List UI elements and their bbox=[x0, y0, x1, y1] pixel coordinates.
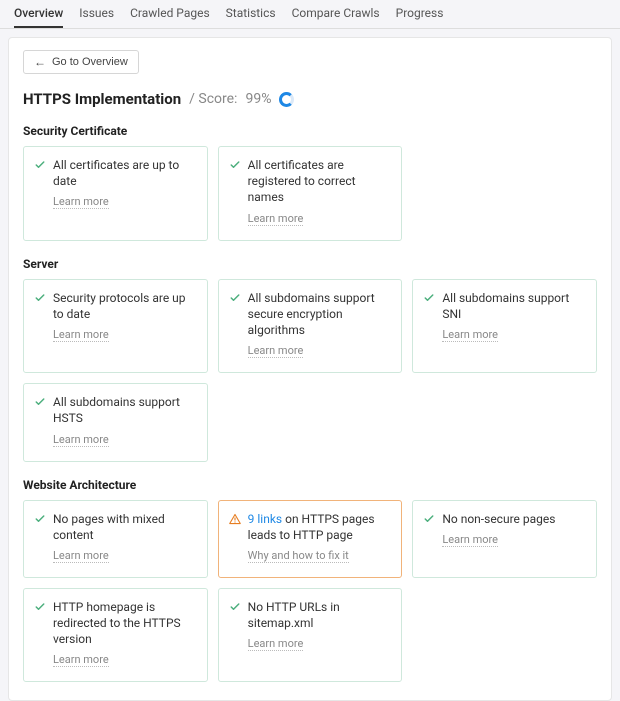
card-text: No non-secure pages bbox=[442, 511, 555, 527]
check-icon bbox=[229, 159, 241, 171]
section-heading-security-certificate: Security Certificate bbox=[23, 124, 597, 138]
card-text: No pages with mixed content bbox=[53, 511, 197, 543]
section-heading-server: Server bbox=[23, 257, 597, 271]
card-text: All certificates are up to date bbox=[53, 157, 197, 189]
check-icon bbox=[423, 292, 435, 304]
score-ring-icon bbox=[279, 92, 294, 107]
grid-server: Security protocols are up to date Learn m… bbox=[23, 279, 597, 462]
warning-icon bbox=[229, 513, 241, 525]
tab-crawled-pages[interactable]: Crawled Pages bbox=[130, 6, 210, 28]
learn-more-link[interactable]: Learn more bbox=[248, 344, 304, 358]
arrow-left-icon: ← bbox=[34, 56, 46, 68]
card-text: No HTTP URLs in sitemap.xml bbox=[248, 599, 392, 631]
tab-compare-crawls[interactable]: Compare Crawls bbox=[292, 6, 380, 28]
check-icon bbox=[229, 601, 241, 613]
tab-issues[interactable]: Issues bbox=[79, 6, 114, 28]
score-label: / Score: bbox=[189, 91, 237, 107]
card-text: 9 links on HTTPS pages leads to HTTP pag… bbox=[248, 511, 392, 543]
audit-card: No non-secure pages Learn more bbox=[412, 500, 597, 578]
learn-more-link[interactable]: Learn more bbox=[53, 328, 109, 342]
learn-more-link[interactable]: Why and how to fix it bbox=[248, 549, 349, 563]
audit-card: No pages with mixed content Learn more bbox=[23, 500, 208, 578]
section-heading-architecture: Website Architecture bbox=[23, 478, 597, 492]
card-text: All subdomains support HSTS bbox=[53, 394, 197, 426]
grid-architecture: No pages with mixed content Learn more 9 l… bbox=[23, 500, 597, 683]
check-icon bbox=[34, 292, 46, 304]
audit-card: All certificates are registered to corre… bbox=[218, 146, 403, 241]
check-icon bbox=[34, 396, 46, 408]
learn-more-link[interactable]: Learn more bbox=[442, 533, 498, 547]
learn-more-link[interactable]: Learn more bbox=[248, 637, 304, 651]
learn-more-link[interactable]: Learn more bbox=[53, 653, 109, 667]
score-value: 99% bbox=[245, 91, 271, 107]
tab-overview[interactable]: Overview bbox=[14, 6, 63, 28]
tab-statistics[interactable]: Statistics bbox=[226, 6, 276, 28]
back-button[interactable]: ← Go to Overview bbox=[23, 50, 139, 74]
check-icon bbox=[34, 601, 46, 613]
card-text: All subdomains support SNI bbox=[442, 290, 586, 322]
learn-more-link[interactable]: Learn more bbox=[53, 549, 109, 563]
audit-card: All subdomains support secure encryption… bbox=[218, 279, 403, 374]
check-icon bbox=[34, 159, 46, 171]
back-label: Go to Overview bbox=[52, 56, 128, 68]
page-title: HTTPS Implementation bbox=[23, 90, 181, 108]
grid-security-certificate: All certificates are up to date Learn mor… bbox=[23, 146, 597, 241]
main-panel: ← Go to Overview HTTPS Implementation / … bbox=[8, 37, 612, 701]
learn-more-link[interactable]: Learn more bbox=[442, 328, 498, 342]
audit-card: Security protocols are up to date Learn m… bbox=[23, 279, 208, 374]
learn-more-link[interactable]: Learn more bbox=[53, 433, 109, 447]
learn-more-link[interactable]: Learn more bbox=[53, 195, 109, 209]
learn-more-link[interactable]: Learn more bbox=[248, 212, 304, 226]
audit-card: 9 links on HTTPS pages leads to HTTP pag… bbox=[218, 500, 403, 578]
check-icon bbox=[423, 513, 435, 525]
card-text: All certificates are registered to corre… bbox=[248, 157, 392, 206]
title-row: HTTPS Implementation / Score: 99% bbox=[23, 90, 597, 108]
check-icon bbox=[34, 513, 46, 525]
card-text: All subdomains support secure encryption… bbox=[248, 290, 392, 339]
card-text: Security protocols are up to date bbox=[53, 290, 197, 322]
audit-card: All subdomains support SNI Learn more bbox=[412, 279, 597, 374]
audit-card: No HTTP URLs in sitemap.xml Learn more bbox=[218, 588, 403, 683]
card-text: HTTP homepage is redirected to the HTTPS… bbox=[53, 599, 197, 648]
audit-card: All subdomains support HSTS Learn more bbox=[23, 383, 208, 461]
issue-link[interactable]: 9 links bbox=[248, 512, 282, 526]
check-icon bbox=[229, 292, 241, 304]
tab-progress[interactable]: Progress bbox=[396, 6, 444, 28]
audit-card: All certificates are up to date Learn mor… bbox=[23, 146, 208, 241]
tab-bar: Overview Issues Crawled Pages Statistics Com… bbox=[0, 0, 620, 29]
audit-card: HTTP homepage is redirected to the HTTPS… bbox=[23, 588, 208, 683]
